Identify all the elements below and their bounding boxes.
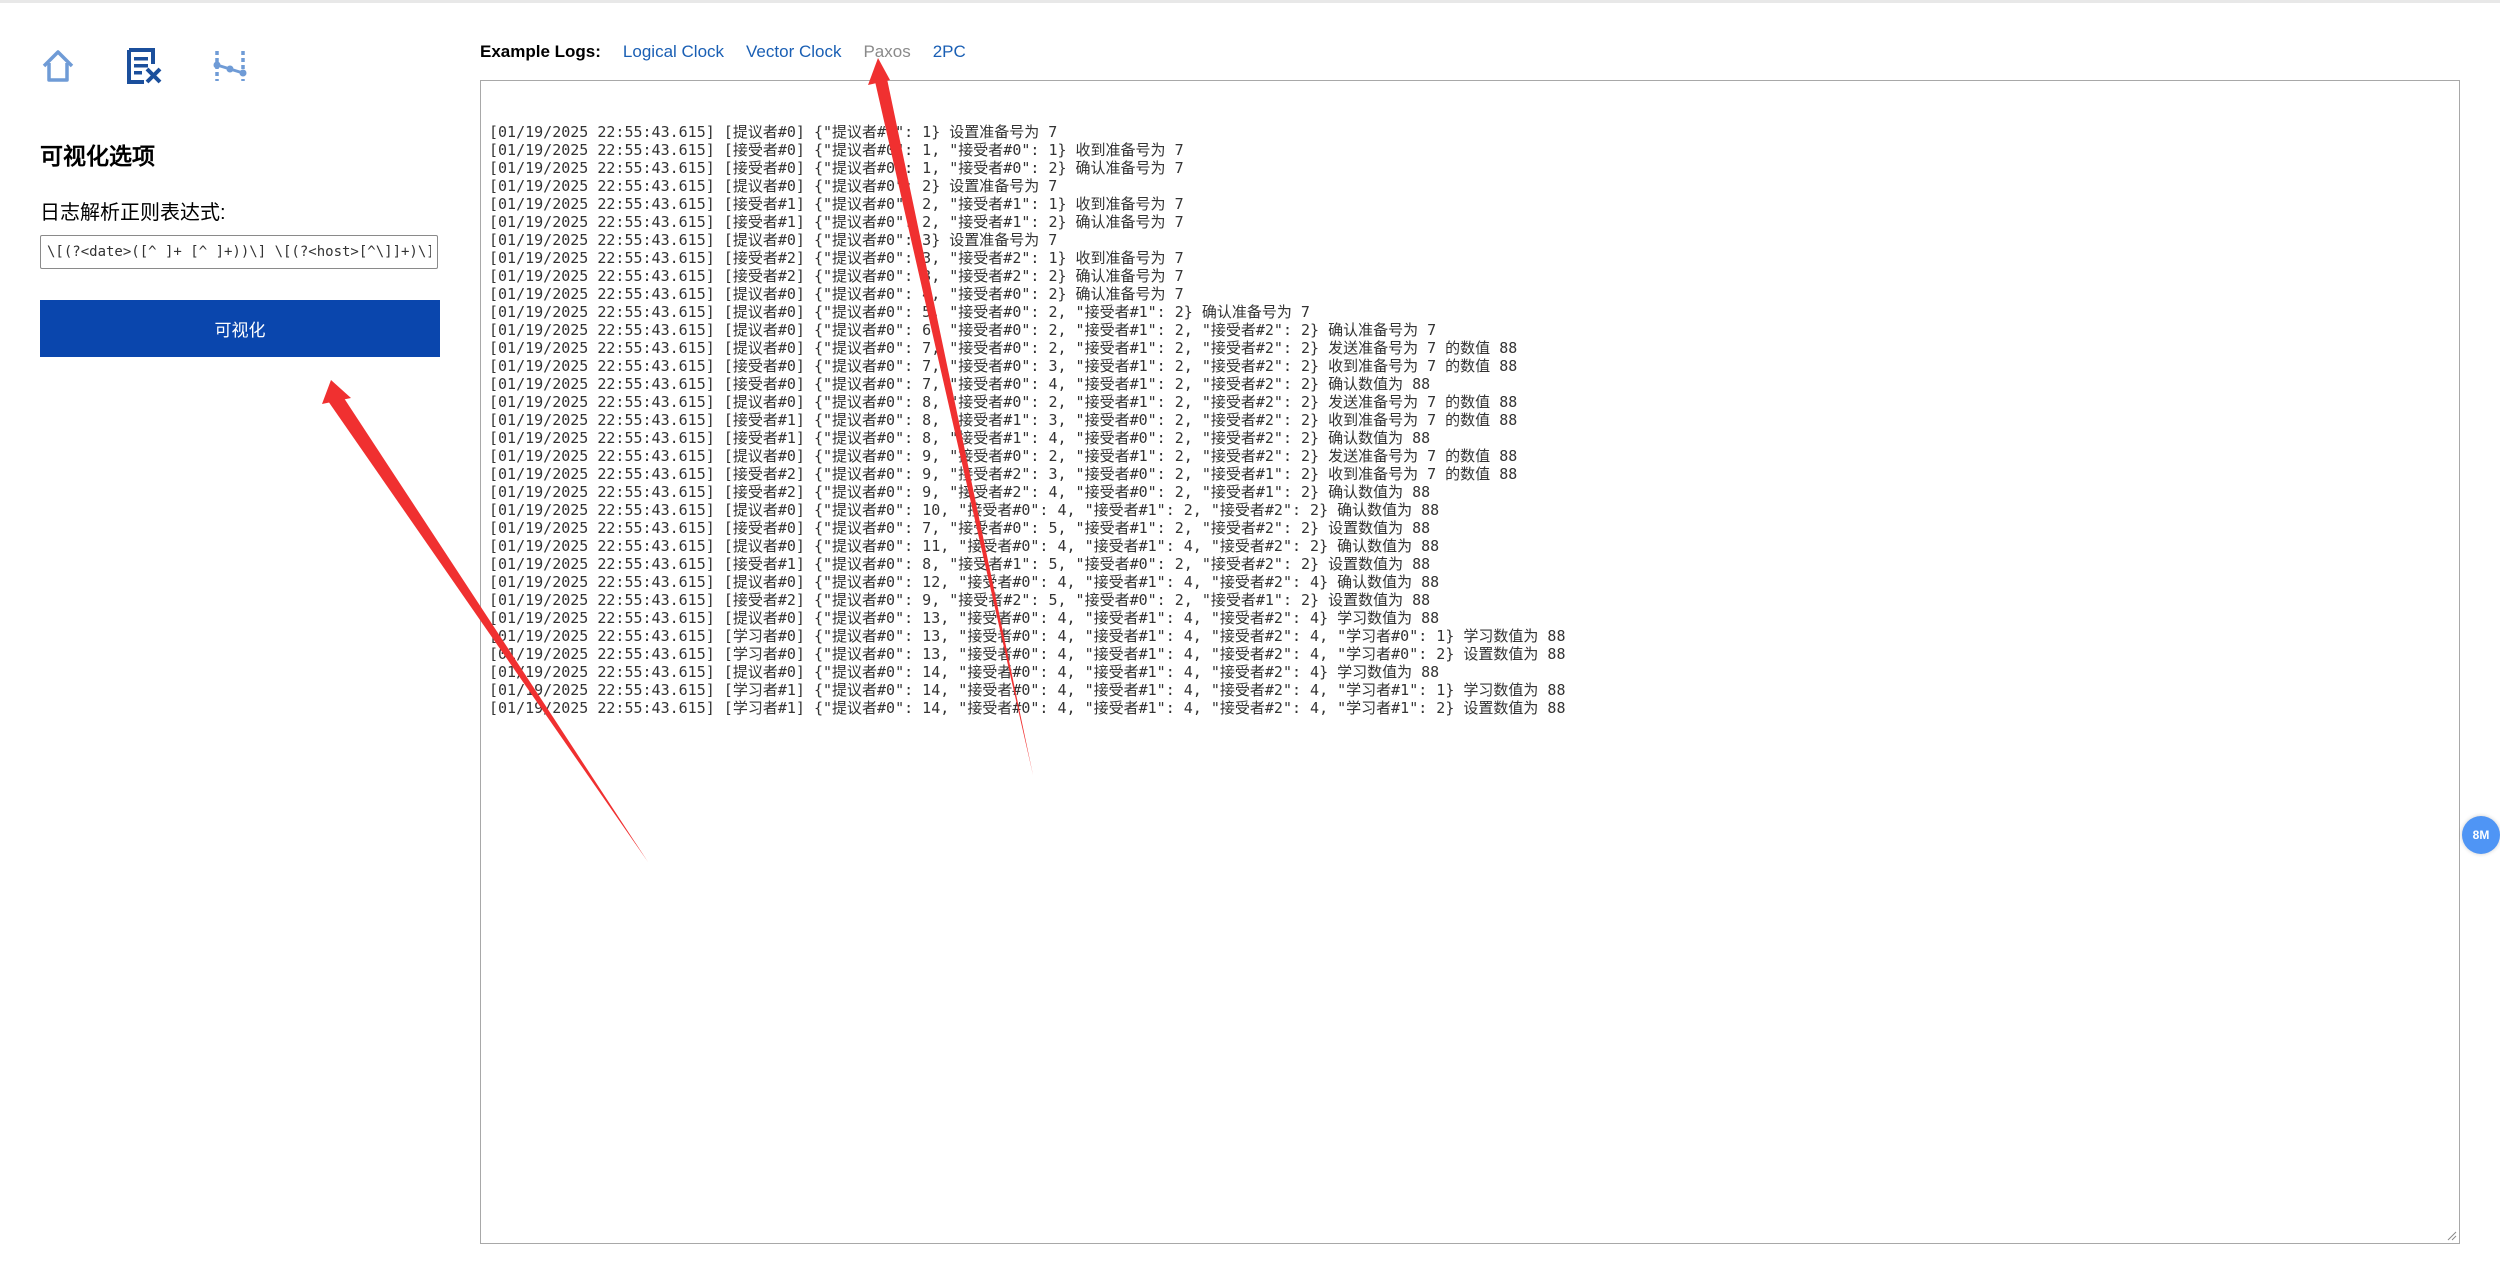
log-line: [01/19/2025 22:55:43.615] [接受者#2] {"提议者#… [489, 249, 1184, 267]
log-line: [01/19/2025 22:55:43.615] [提议者#0] {"提议者#… [489, 393, 1518, 411]
log-line: [01/19/2025 22:55:43.615] [学习者#0] {"提议者#… [489, 627, 1566, 645]
log-line: [01/19/2025 22:55:43.615] [接受者#1] {"提议者#… [489, 411, 1518, 429]
log-line: [01/19/2025 22:55:43.615] [接受者#2] {"提议者#… [489, 483, 1431, 501]
log-line: [01/19/2025 22:55:43.615] [接受者#0] {"提议者#… [489, 159, 1184, 177]
log-line: [01/19/2025 22:55:43.615] [接受者#0] {"提议者#… [489, 519, 1431, 537]
log-line: [01/19/2025 22:55:43.615] [接受者#1] {"提议者#… [489, 555, 1431, 573]
example-link-vector-clock[interactable]: Vector Clock [746, 42, 841, 62]
document-edit-icon[interactable] [122, 44, 166, 88]
log-line: [01/19/2025 22:55:43.615] [提议者#0] {"提议者#… [489, 303, 1310, 321]
log-line: [01/19/2025 22:55:43.615] [接受者#2] {"提议者#… [489, 465, 1518, 483]
regex-input[interactable] [40, 235, 438, 269]
floating-badge[interactable]: 8M [2462, 816, 2500, 854]
document-edit-icon-graphic [127, 48, 162, 84]
log-line: [01/19/2025 22:55:43.615] [接受者#1] {"提议者#… [489, 195, 1184, 213]
log-line: [01/19/2025 22:55:43.615] [提议者#0] {"提议者#… [489, 663, 1440, 681]
example-logs-bar: Example Logs: Logical Clock Vector Clock… [480, 42, 966, 62]
log-line: [01/19/2025 22:55:43.615] [提议者#0] {"提议者#… [489, 447, 1518, 465]
log-line: [01/19/2025 22:55:43.615] [提议者#0] {"提议者#… [489, 339, 1518, 357]
example-link-2pc[interactable]: 2PC [933, 42, 966, 62]
log-line: [01/19/2025 22:55:43.615] [接受者#0] {"提议者#… [489, 357, 1518, 375]
visualize-button[interactable]: 可视化 [40, 300, 440, 357]
log-line: [01/19/2025 22:55:43.615] [接受者#1] {"提议者#… [489, 213, 1184, 231]
log-line: [01/19/2025 22:55:43.615] [提议者#0] {"提议者#… [489, 177, 1058, 195]
sidebar: 可视化选项 日志解析正则表达式: 可视化 [0, 0, 460, 1285]
log-line: [01/19/2025 22:55:43.615] [接受者#0] {"提议者#… [489, 375, 1431, 393]
log-line: [01/19/2025 22:55:43.615] [提议者#0] {"提议者#… [489, 231, 1058, 249]
graph-nodes-icon-graphic [213, 51, 247, 81]
log-line: [01/19/2025 22:55:43.615] [提议者#0] {"提议者#… [489, 501, 1440, 519]
home-icon-graphic [42, 50, 74, 82]
log-line: [01/19/2025 22:55:43.615] [提议者#0] {"提议者#… [489, 609, 1440, 627]
log-line: [01/19/2025 22:55:43.615] [提议者#0] {"提议者#… [489, 321, 1437, 339]
regex-label: 日志解析正则表达式: [40, 202, 226, 224]
example-link-paxos[interactable]: Paxos [863, 42, 910, 62]
example-logs-label: Example Logs: [480, 42, 601, 61]
log-line: [01/19/2025 22:55:43.615] [接受者#0] {"提议者#… [489, 141, 1184, 159]
log-line: [01/19/2025 22:55:43.615] [学习者#1] {"提议者#… [489, 699, 1566, 717]
log-line: [01/19/2025 22:55:43.615] [提议者#0] {"提议者#… [489, 123, 1058, 141]
log-line: [01/19/2025 22:55:43.615] [提议者#0] {"提议者#… [489, 285, 1184, 303]
example-link-logical-clock[interactable]: Logical Clock [623, 42, 724, 62]
log-line: [01/19/2025 22:55:43.615] [接受者#1] {"提议者#… [489, 429, 1431, 447]
log-lines: [01/19/2025 22:55:43.615] [提议者#0] {"提议者#… [489, 123, 2451, 717]
log-line: [01/19/2025 22:55:43.615] [提议者#0] {"提议者#… [489, 573, 1440, 591]
log-line: [01/19/2025 22:55:43.615] [接受者#2] {"提议者#… [489, 267, 1184, 285]
home-icon[interactable] [36, 44, 80, 88]
log-line: [01/19/2025 22:55:43.615] [接受者#2] {"提议者#… [489, 591, 1431, 609]
visualization-options-title: 可视化选项 [40, 143, 155, 169]
graph-nodes-icon[interactable] [208, 44, 252, 88]
log-line: [01/19/2025 22:55:43.615] [学习者#1] {"提议者#… [489, 681, 1566, 699]
log-line: [01/19/2025 22:55:43.615] [学习者#0] {"提议者#… [489, 645, 1566, 663]
resize-grip-icon[interactable] [2445, 1229, 2457, 1241]
log-textarea[interactable]: [01/19/2025 22:55:43.615] [提议者#0] {"提议者#… [480, 80, 2460, 1244]
log-line: [01/19/2025 22:55:43.615] [提议者#0] {"提议者#… [489, 537, 1440, 555]
